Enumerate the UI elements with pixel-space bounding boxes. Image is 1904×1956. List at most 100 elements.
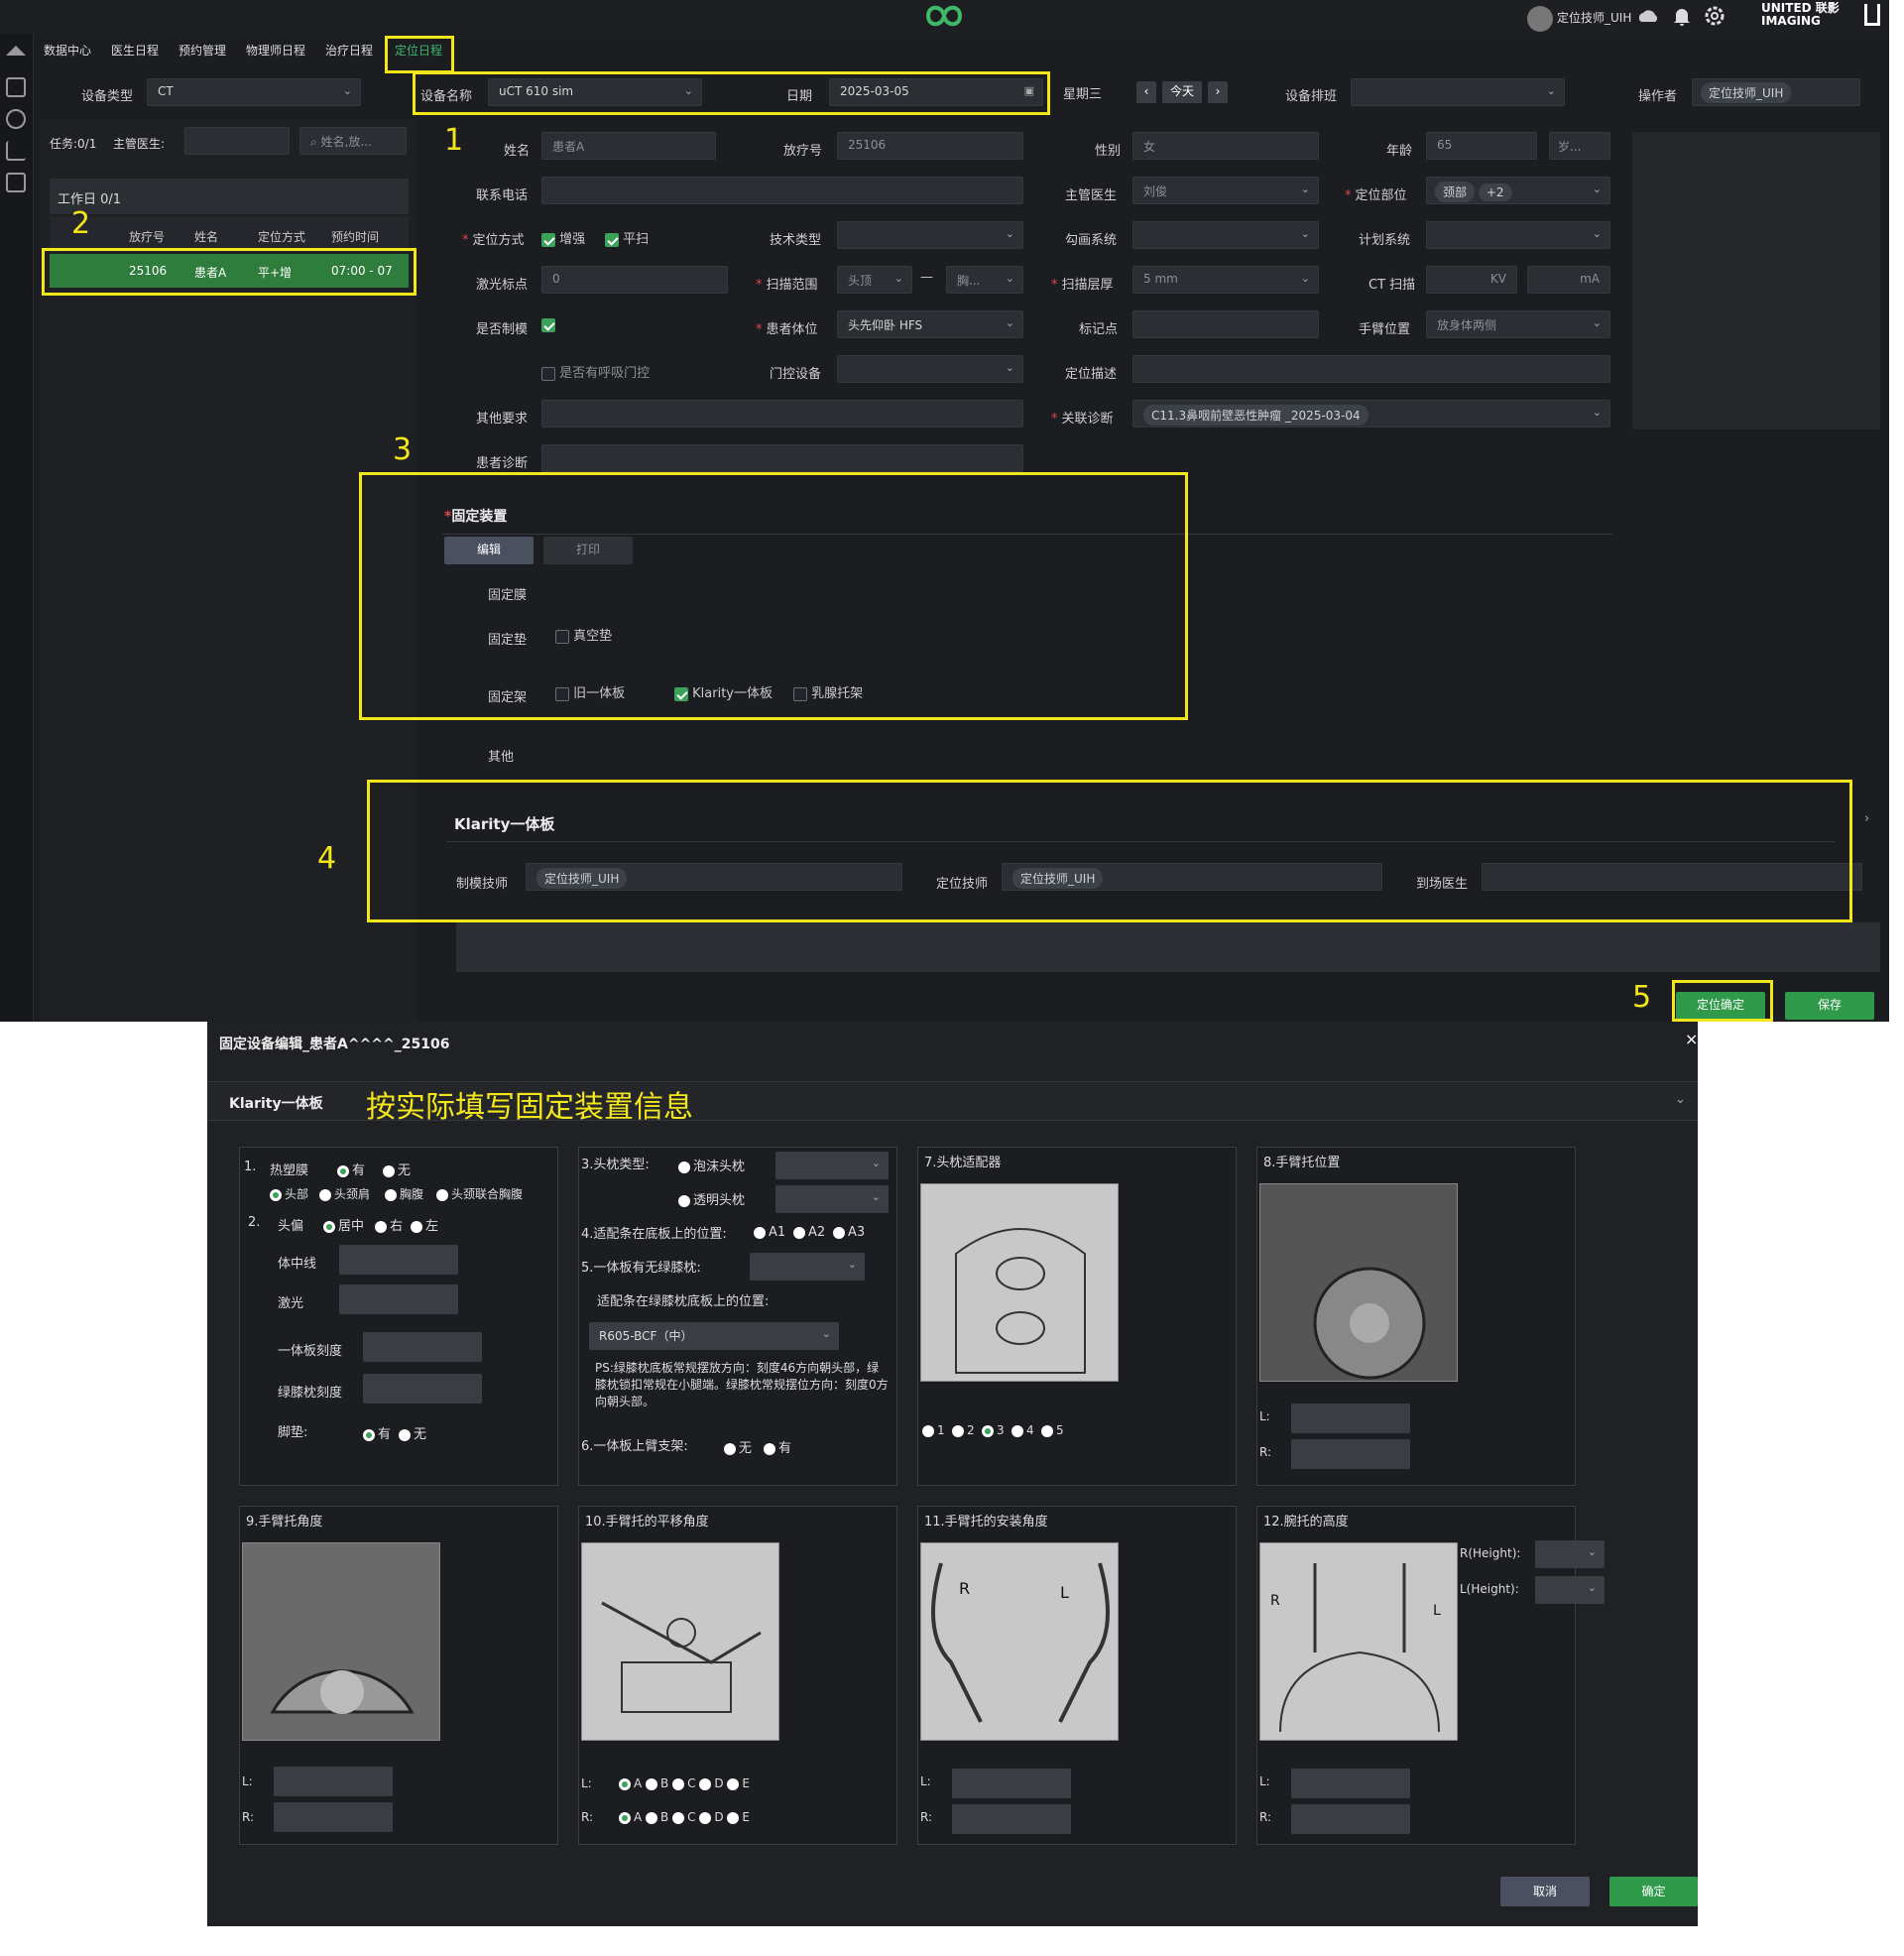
ok-button[interactable]: 确定 bbox=[1609, 1877, 1698, 1906]
diag-rel-select[interactable]: C11.3鼻咽前壁恶性肿瘤 _2025-03-04 ⌄ bbox=[1132, 400, 1610, 428]
breath-checkbox[interactable]: 是否有呼吸门控 bbox=[541, 362, 650, 381]
c7-l-input[interactable] bbox=[952, 1769, 1071, 1798]
c7-r-input[interactable] bbox=[952, 1804, 1071, 1834]
c1-midline-input[interactable] bbox=[339, 1245, 458, 1275]
pos-select[interactable]: 头先仰卧 HFS ⌄ bbox=[837, 310, 1023, 338]
next-day-button[interactable]: › bbox=[1208, 81, 1228, 103]
c1-yes-radio[interactable]: 有 bbox=[337, 1160, 365, 1178]
notes-area[interactable] bbox=[456, 922, 1880, 972]
c6-r-options[interactable]: A B C D E bbox=[619, 1810, 750, 1824]
tab-data-center[interactable]: 数据中心 bbox=[44, 42, 91, 59]
c1-foot-yes-radio[interactable]: 有 bbox=[363, 1423, 391, 1442]
c2-knee-select[interactable]: ⌄ bbox=[750, 1253, 865, 1281]
c1-opt-chest[interactable]: 胸腹 bbox=[385, 1185, 423, 1202]
report-icon[interactable] bbox=[6, 173, 26, 192]
c3-opt5[interactable]: 5 bbox=[1041, 1423, 1064, 1437]
c1-opt-head[interactable]: 头部 bbox=[270, 1185, 308, 1202]
c2-foam-select[interactable]: ⌄ bbox=[775, 1152, 889, 1179]
c3-opt2[interactable]: 2 bbox=[952, 1423, 975, 1437]
device-type-select[interactable]: CT ⌄ bbox=[147, 78, 361, 106]
brain-icon[interactable] bbox=[6, 109, 26, 129]
tab-physicist-schedule[interactable]: 物理师日程 bbox=[246, 42, 305, 59]
gear-icon[interactable] bbox=[1704, 5, 1726, 27]
c1-no-radio[interactable]: 无 bbox=[383, 1160, 411, 1178]
method-enhanced-checkbox[interactable]: 增强 bbox=[541, 228, 585, 247]
avatar[interactable] bbox=[1527, 6, 1553, 32]
c1-board-scale-input[interactable] bbox=[363, 1332, 482, 1362]
c2-position-select[interactable]: R605-BCF（中） ⌄ bbox=[589, 1322, 839, 1350]
device-schedule-select[interactable]: ⌄ bbox=[1351, 78, 1565, 106]
c1-foot-no-radio[interactable]: 无 bbox=[399, 1423, 426, 1442]
ma-field[interactable]: mA bbox=[1527, 266, 1610, 294]
mold-checkbox[interactable] bbox=[541, 317, 555, 332]
c2-a3-radio[interactable]: A3 bbox=[833, 1225, 865, 1240]
rtno-field[interactable]: 25106 bbox=[837, 132, 1023, 160]
c1-knee-scale-input[interactable] bbox=[363, 1374, 482, 1404]
c1-center-radio[interactable]: 居中 bbox=[323, 1215, 364, 1234]
kv-field[interactable]: KV bbox=[1426, 266, 1517, 294]
c2-has-radio[interactable]: 有 bbox=[764, 1437, 791, 1456]
home-icon[interactable] bbox=[6, 46, 26, 56]
schedule-icon[interactable] bbox=[6, 77, 26, 97]
c2-clear-radio[interactable]: 透明头枕 bbox=[678, 1189, 745, 1208]
phone-field[interactable] bbox=[541, 177, 1023, 204]
c2-clear-select[interactable]: ⌄ bbox=[775, 1185, 889, 1213]
c5-r-input[interactable] bbox=[274, 1802, 393, 1832]
range-to-select[interactable]: 胸... ⌄ bbox=[946, 266, 1023, 294]
mark-field[interactable] bbox=[1132, 310, 1319, 338]
sex-field[interactable]: 女 bbox=[1132, 132, 1319, 160]
user-name[interactable]: 定位技师_UIH bbox=[1557, 9, 1631, 26]
save-button[interactable]: 保存 bbox=[1785, 992, 1874, 1020]
c3-opt4[interactable]: 4 bbox=[1012, 1423, 1034, 1437]
bell-icon[interactable] bbox=[1672, 5, 1692, 27]
c3-opt1[interactable]: 1 bbox=[922, 1423, 945, 1437]
c1-opt-combo[interactable]: 头颈联合胸腹 bbox=[436, 1185, 523, 1202]
c2-foam-radio[interactable]: 泡沫头枕 bbox=[678, 1156, 745, 1174]
today-button[interactable]: 今天 bbox=[1162, 81, 1202, 103]
cloud-icon[interactable] bbox=[1636, 6, 1660, 26]
other-req-field[interactable] bbox=[541, 400, 1023, 428]
c4-r-input[interactable] bbox=[1291, 1439, 1410, 1469]
c2-a1-radio[interactable]: A1 bbox=[754, 1225, 785, 1240]
site-select[interactable]: 颈部 +2 ⌄ bbox=[1426, 177, 1610, 204]
plan-select[interactable]: ⌄ bbox=[1426, 221, 1610, 249]
c2-a2-radio[interactable]: A2 bbox=[793, 1225, 825, 1240]
tab-treatment-schedule[interactable]: 治疗日程 bbox=[325, 42, 373, 59]
prev-day-button[interactable]: ‹ bbox=[1136, 81, 1156, 103]
operator-select[interactable]: 定位技师_UIH bbox=[1692, 78, 1860, 106]
cancel-button[interactable]: 取消 bbox=[1500, 1877, 1590, 1906]
c5-l-input[interactable] bbox=[274, 1767, 393, 1796]
c6-l-options[interactable]: A B C D E bbox=[619, 1776, 750, 1790]
c4-l-input[interactable] bbox=[1291, 1404, 1410, 1433]
chevron-down-icon[interactable]: ⌄ bbox=[1675, 1092, 1686, 1107]
close-icon[interactable]: × bbox=[1685, 1030, 1698, 1048]
gate-select[interactable]: ⌄ bbox=[837, 355, 1023, 383]
c1-opt-headneck[interactable]: 头颈肩 bbox=[319, 1185, 370, 1202]
chevron-right-icon[interactable]: › bbox=[1864, 811, 1869, 826]
arm-select[interactable]: 放身体两侧 ⌄ bbox=[1426, 310, 1610, 338]
tech-select[interactable]: ⌄ bbox=[837, 221, 1023, 249]
age-unit-select[interactable]: 岁... bbox=[1549, 132, 1610, 160]
c8-l-input[interactable] bbox=[1291, 1769, 1410, 1798]
laser-field[interactable]: 0 bbox=[541, 266, 728, 294]
tab-doctor-schedule[interactable]: 医生日程 bbox=[111, 42, 159, 59]
search-input[interactable]: ⌕ 姓名,放... bbox=[299, 127, 407, 155]
c8-rh-select[interactable]: ⌄ bbox=[1535, 1540, 1605, 1568]
desc-field[interactable] bbox=[1132, 355, 1610, 383]
c1-laser-input[interactable] bbox=[339, 1284, 458, 1314]
c2-none-radio[interactable]: 无 bbox=[724, 1437, 752, 1456]
c8-r-input[interactable] bbox=[1291, 1804, 1410, 1834]
method-plain-checkbox[interactable]: 平扫 bbox=[605, 228, 649, 247]
diag-field[interactable] bbox=[541, 444, 1023, 472]
c8-lh-select[interactable]: ⌄ bbox=[1535, 1576, 1605, 1604]
range-from-select[interactable]: 头顶 ⌄ bbox=[837, 266, 912, 294]
doctor-filter-input[interactable] bbox=[184, 127, 290, 155]
c1-right-radio[interactable]: 右 bbox=[375, 1215, 403, 1234]
c1-left-radio[interactable]: 左 bbox=[411, 1215, 438, 1234]
name-field[interactable]: 患者A bbox=[541, 132, 716, 160]
c3-opt3[interactable]: 3 bbox=[982, 1423, 1005, 1437]
doctor-select[interactable]: 刘俊 ⌄ bbox=[1132, 177, 1319, 204]
tab-appointment[interactable]: 预约管理 bbox=[178, 42, 226, 59]
stats-icon[interactable] bbox=[6, 141, 26, 161]
age-field[interactable]: 65 bbox=[1426, 132, 1537, 160]
